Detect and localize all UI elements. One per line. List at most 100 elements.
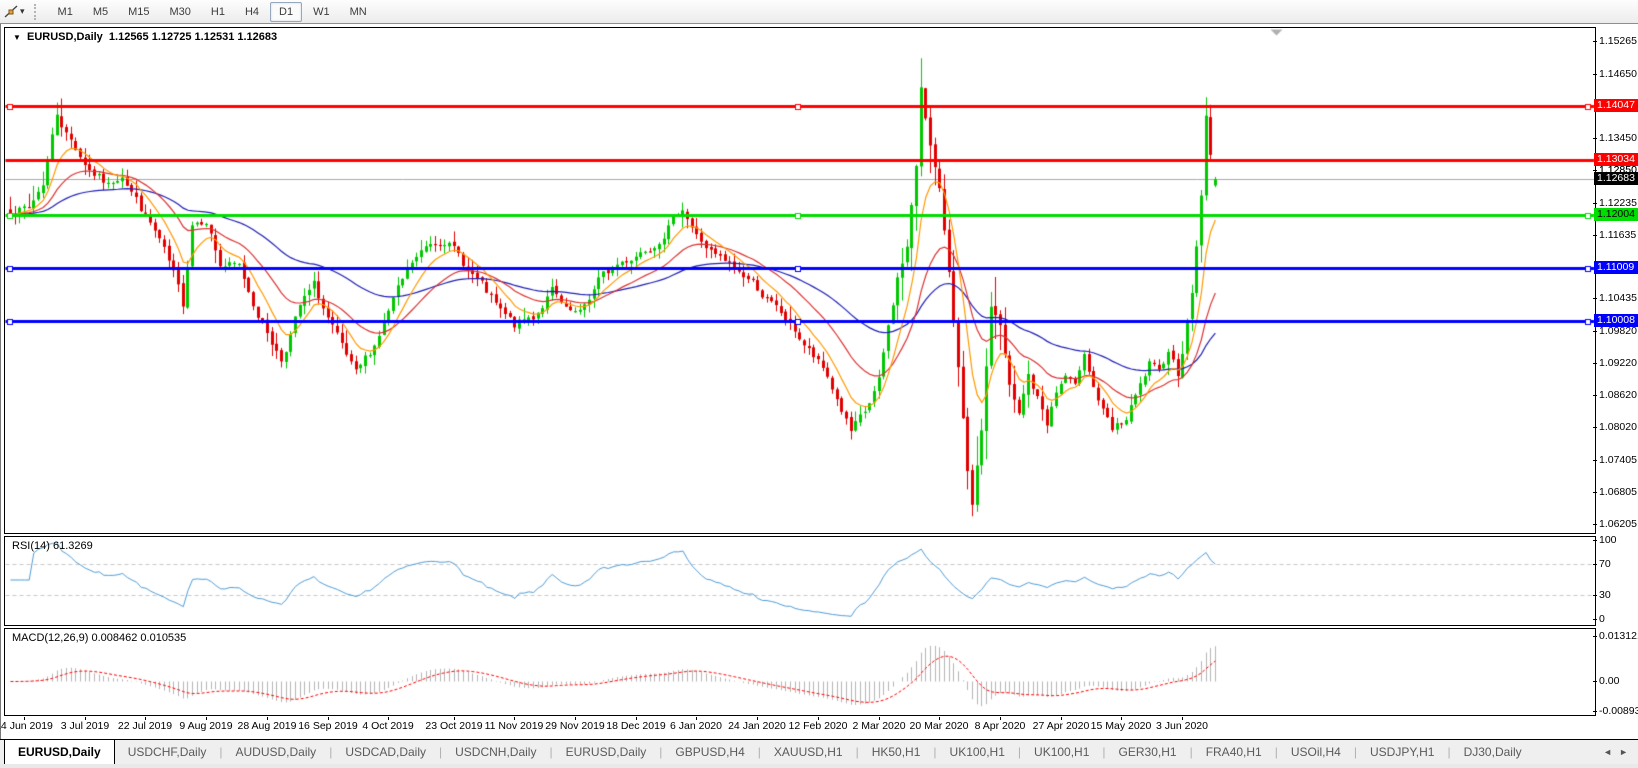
macd-tick-label: 0.013121 [1599, 630, 1638, 642]
chart-tab-ger30-h1[interactable]: GER30,H1 [1106, 740, 1190, 764]
macd-tick-mark [1593, 636, 1597, 637]
line-price-label: 1.12004 [1594, 208, 1638, 221]
chart-tab-usdcad-daily[interactable]: USDCAD,Daily [332, 740, 439, 764]
date-tick-label: 3 Jun 2020 [1156, 720, 1208, 732]
price-tick-mark [1593, 524, 1597, 525]
price-tick-mark [1593, 331, 1597, 332]
chevron-down-icon[interactable]: ▾ [20, 6, 25, 17]
date-axis[interactable]: 14 Jun 2019 3 Jul 2019 22 Jul 2019 9 Aug 20… [0, 717, 1600, 733]
tab-scroll-left-icon[interactable]: ◄ [1603, 747, 1612, 757]
price-tick-mark [1593, 138, 1597, 139]
date-tick-label: 16 Sep 2019 [298, 720, 358, 732]
price-tick-mark [1593, 170, 1597, 171]
price-tick-label: 1.11635 [1599, 229, 1637, 241]
rsi-tick-mark [1593, 595, 1597, 596]
chart-tab-hk50-h1[interactable]: HK50,H1 [859, 740, 934, 764]
price-tick-mark [1593, 492, 1597, 493]
macd-title: MACD(12,26,9) 0.008462 0.010535 [12, 632, 187, 644]
date-tick-label: 24 Jan 2020 [728, 720, 786, 732]
collapse-chart-icon[interactable]: ▼ [13, 33, 21, 42]
timeframe-toolbar: ▾ M1 M5 M15 M30 H1 H4 D1 W1 MN [0, 0, 1638, 24]
price-tick-mark [1593, 41, 1597, 42]
price-chart-pane: ▼ EURUSD,Daily 1.12565 1.12725 1.12531 1… [4, 27, 1596, 534]
macd-tick-mark [1593, 711, 1597, 712]
price-tick-mark [1593, 395, 1597, 396]
chart-tab-bar: EURUSD,Daily USDCHF,Daily | AUDUSD,Daily | US… [0, 739, 1638, 764]
price-tick-mark [1593, 203, 1597, 204]
price-tick-label: 1.07405 [1599, 454, 1637, 466]
timeframe-button-h4[interactable]: H4 [236, 2, 268, 22]
chart-tab-xauusd-h1[interactable]: XAUUSD,H1 [761, 740, 856, 764]
window-left-border [0, 24, 1, 768]
date-tick-label: 18 Dec 2019 [606, 720, 666, 732]
date-tick-label: 27 Apr 2020 [1032, 720, 1090, 732]
date-tick-label: 23 Oct 2019 [425, 720, 483, 732]
timeframe-button-m30[interactable]: M30 [161, 2, 200, 22]
line-price-label: 1.14047 [1594, 99, 1638, 112]
timeframe-button-d1[interactable]: D1 [270, 1, 303, 22]
rsi-tick-mark [1593, 540, 1597, 541]
timeframe-button-m5[interactable]: M5 [84, 2, 117, 22]
chart-tab-uk100-h1[interactable]: UK100,H1 [937, 740, 1018, 764]
line-price-label: 1.11009 [1594, 261, 1638, 274]
chart-tab-eurusd-daily[interactable]: EURUSD,Daily [4, 739, 115, 764]
date-tick-label: 8 Apr 2020 [974, 720, 1026, 732]
chart-tab-eurusd-daily[interactable]: EURUSD,Daily [553, 740, 660, 764]
price-tick-mark [1593, 460, 1597, 461]
timeframe-button-h1[interactable]: H1 [202, 2, 234, 22]
price-tick-mark [1593, 74, 1597, 75]
timeframe-buttons: M1 M5 M15 M30 H1 H4 D1 W1 MN [48, 1, 377, 22]
date-tick-label: 4 Oct 2019 [362, 720, 414, 732]
price-tick-label: 1.08020 [1599, 421, 1637, 433]
macd-indicator-pane: MACD(12,26,9) 0.008462 0.010535 [4, 628, 1596, 716]
price-tick-label: 1.09220 [1599, 357, 1637, 369]
timeframe-button-m15[interactable]: M15 [119, 2, 158, 22]
timeframe-button-m1[interactable]: M1 [49, 2, 82, 22]
chart-tab-audusd-daily[interactable]: AUDUSD,Daily [223, 740, 330, 764]
chart-tab-usdchf-daily[interactable]: USDCHF,Daily [115, 740, 220, 764]
rsi-tick-label: 0 [1599, 613, 1605, 625]
date-tick-label: 11 Nov 2019 [484, 720, 544, 732]
date-tick-label: 15 May 2020 [1090, 720, 1152, 732]
status-strip [0, 764, 1638, 768]
price-tick-label: 1.06805 [1599, 486, 1637, 498]
chart-title: EURUSD,Daily 1.12565 1.12725 1.12531 1.1… [27, 31, 278, 43]
date-tick-label: 20 Mar 2020 [909, 720, 969, 732]
chart-tab-usdcnh-daily[interactable]: USDCNH,Daily [442, 740, 549, 764]
tab-scroll-arrows: ◄ ► [1603, 740, 1638, 764]
tab-scroll-right-icon[interactable]: ► [1619, 747, 1628, 757]
date-tick-label: 12 Feb 2020 [788, 720, 848, 732]
rsi-tick-label: 30 [1599, 589, 1611, 601]
rsi-title: RSI(14) 61.3269 [12, 540, 93, 552]
price-axis[interactable]: 1.15265 1.14650 1.13450 1.12850 1.12235 1.116… [1593, 24, 1638, 768]
rsi-tick-label: 70 [1599, 558, 1611, 570]
date-tick-label: 28 Aug 2019 [237, 720, 297, 732]
rsi-tick-label: 100 [1599, 534, 1617, 546]
macd-tick-label: -0.00893 [1599, 705, 1638, 717]
rsi-tick-mark [1593, 619, 1597, 620]
chart-tab-uk100-h1[interactable]: UK100,H1 [1021, 740, 1102, 764]
date-tick-label: 2 Mar 2020 [852, 720, 906, 732]
timeframe-button-mn[interactable]: MN [341, 2, 376, 22]
macd-canvas[interactable] [5, 629, 1595, 715]
trendline-tool-icon[interactable] [3, 4, 19, 20]
price-tick-label: 1.06205 [1599, 518, 1637, 530]
chart-tab-usoil-h4[interactable]: USOil,H4 [1278, 740, 1354, 764]
date-tick-label: 22 Jul 2019 [117, 720, 173, 732]
date-tick-label: 3 Jul 2019 [60, 720, 110, 732]
rsi-canvas[interactable] [5, 537, 1595, 625]
chart-tabs: EURUSD,Daily USDCHF,Daily | AUDUSD,Daily | US… [4, 739, 1535, 764]
price-chart-canvas[interactable] [5, 28, 1595, 533]
price-tick-mark [1593, 427, 1597, 428]
price-tick-mark [1593, 298, 1597, 299]
macd-tick-mark [1593, 681, 1597, 682]
toolbar-grip[interactable] [33, 3, 40, 20]
chart-tab-gbpusd-h4[interactable]: GBPUSD,H4 [662, 740, 757, 764]
price-tick-label: 1.10435 [1599, 292, 1637, 304]
chart-tab-fra40-h1[interactable]: FRA40,H1 [1193, 740, 1275, 764]
line-price-label: 1.13034 [1594, 153, 1638, 166]
timeframe-button-w1[interactable]: W1 [304, 2, 339, 22]
chart-tab-usdjpy-h1[interactable]: USDJPY,H1 [1357, 740, 1447, 764]
date-tick-label: 6 Jan 2020 [670, 720, 722, 732]
chart-tab-dj30-daily[interactable]: DJ30,Daily [1451, 740, 1535, 764]
